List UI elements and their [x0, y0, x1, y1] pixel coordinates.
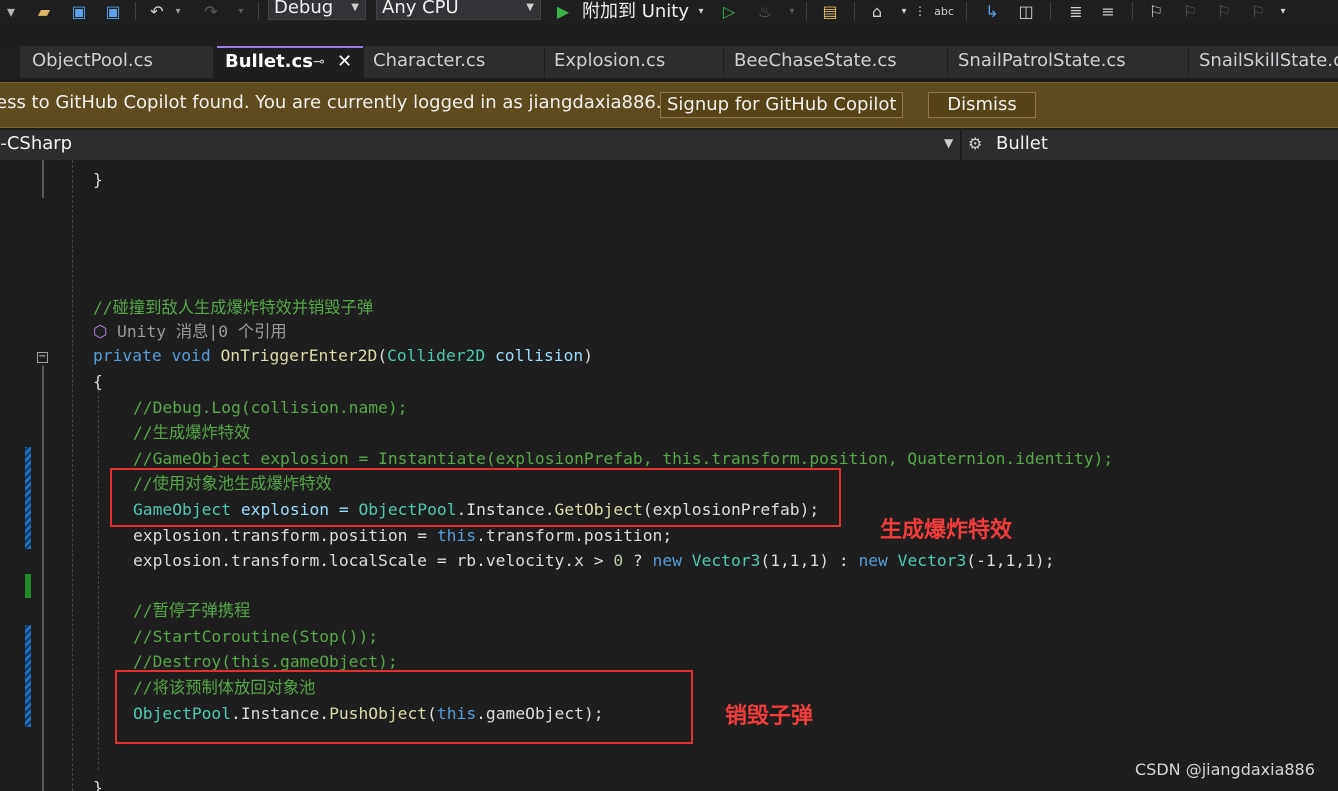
- open-folder-icon[interactable]: ▰: [33, 0, 55, 22]
- tab-explosion[interactable]: Explosion.cs: [545, 46, 723, 78]
- play-icon[interactable]: ▶: [552, 0, 574, 22]
- annotation-destroy: 销毁子弹: [725, 704, 814, 729]
- layout-dropdown-icon[interactable]: ▾: [898, 0, 910, 22]
- member-dropdown[interactable]: Bullet: [996, 133, 1048, 154]
- code-method-signature: private void OnTriggerEnter2D(Collider2D…: [93, 346, 593, 365]
- tab-label: SnailSkillState.cs: [1199, 50, 1338, 71]
- split-view-icon[interactable]: ◫: [1014, 0, 1038, 22]
- tab-label: Explosion.cs: [554, 50, 666, 71]
- tab-label: ObjectPool.cs: [32, 50, 153, 71]
- previous-bookmark-icon: ⚐: [1182, 1, 1198, 21]
- code-comment-instantiate: //GameObject explosion = Instantiate(exp…: [133, 449, 1114, 468]
- solution-platform-combo[interactable]: Any CPU ▼: [376, 0, 541, 20]
- chevron-down-icon: ▼: [351, 2, 359, 13]
- comment-lines-icon[interactable]: ≣: [1064, 0, 1088, 22]
- save-all-icon[interactable]: ▣: [102, 0, 124, 22]
- tab-snailpatrolstate[interactable]: SnailPatrolState.cs: [948, 46, 1188, 78]
- undo-dropdown-icon[interactable]: ▾: [172, 0, 184, 22]
- code-comment-debug: //Debug.Log(collision.name);: [133, 398, 408, 417]
- fold-collapse-icon[interactable]: −: [37, 352, 48, 363]
- uncomment-lines-icon[interactable]: ≡: [1096, 0, 1120, 22]
- solution-configuration-value: Debug: [274, 0, 334, 18]
- infobar-message: ess to GitHub Copilot found. You are cur…: [0, 92, 662, 113]
- more-options-icon[interactable]: ⋮: [914, 0, 926, 22]
- spell-check-icon[interactable]: abc: [932, 0, 956, 22]
- tab-label: SnailPatrolState.cs: [958, 50, 1126, 71]
- hot-reload-icon: ♨: [757, 1, 773, 21]
- next-bookmark-icon: ⚐: [1216, 1, 1232, 21]
- attach-dropdown-icon[interactable]: ▾: [695, 0, 707, 22]
- clear-bookmarks-icon: ⚐: [1250, 1, 1266, 21]
- highlight-box-generate: [110, 468, 841, 527]
- code-open-brace: {: [93, 372, 103, 391]
- tab-snailskillstate[interactable]: SnailSkillState.cs: [1189, 46, 1338, 78]
- toolbar: ▾ ▰ ▣ ▣ ↶ ▾ ↷ ▾ Debug ▼ Any CPU ▼ ▶ 附加到 …: [0, 0, 1338, 24]
- signup-copilot-button[interactable]: Signup for GitHub Copilot: [660, 92, 904, 118]
- attach-to-unity-button[interactable]: 附加到 Unity: [582, 0, 689, 23]
- annotation-generate: 生成爆炸特效: [880, 518, 1013, 543]
- new-item-icon[interactable]: ▾: [0, 0, 22, 22]
- code-line-position: explosion.transform.position = this.tran…: [133, 526, 673, 545]
- code-line-localscale: explosion.transform.localScale = rb.velo…: [133, 551, 1055, 570]
- solution-platform-value: Any CPU: [382, 0, 459, 18]
- tab-bullet[interactable]: Bullet.cs ⊸ ✕: [217, 46, 363, 78]
- copilot-infobar: ess to GitHub Copilot found. You are cur…: [0, 82, 1338, 128]
- code-editor[interactable]: − } //碰撞到敌人生成爆炸特效并销毁子弹 ⬡ Unity 消息|0 个引用 …: [0, 160, 1338, 791]
- navigation-bar: y-CSharp ▼ ⚙ Bullet: [0, 130, 1338, 160]
- find-in-files-icon[interactable]: ▤: [818, 0, 842, 22]
- layout-icon[interactable]: ⌂: [866, 0, 888, 22]
- pin-icon[interactable]: ⊸: [313, 48, 325, 76]
- solution-configuration-combo[interactable]: Debug ▼: [268, 0, 366, 20]
- chevron-down-icon[interactable]: ▼: [944, 136, 953, 150]
- tab-objectpool[interactable]: ObjectPool.cs: [20, 46, 213, 78]
- tab-beechasestate[interactable]: BeeChaseState.cs: [724, 46, 947, 78]
- code-comment-coroutine: //StartCoroutine(Stop());: [133, 627, 379, 646]
- undo-icon[interactable]: ↶: [146, 0, 168, 22]
- redo-dropdown-icon: ▾: [238, 5, 244, 17]
- tab-label: Character.cs: [373, 50, 486, 71]
- document-tabs: ObjectPool.cs Bullet.cs ⊸ ✕ Character.cs…: [0, 46, 1338, 78]
- redo-icon: ↷: [204, 1, 218, 21]
- close-icon[interactable]: ✕: [337, 48, 352, 76]
- project-dropdown[interactable]: y-CSharp: [0, 133, 72, 154]
- save-icon[interactable]: ▣: [68, 0, 90, 22]
- bookmark-icon[interactable]: ⚐: [1144, 0, 1168, 22]
- chevron-down-icon: ▼: [526, 2, 534, 13]
- tab-label: BeeChaseState.cs: [734, 50, 897, 71]
- watermark: CSDN @jiangdaxia886: [1135, 760, 1315, 779]
- highlight-box-destroy: [115, 670, 693, 744]
- codelens[interactable]: ⬡ Unity 消息|0 个引用: [93, 321, 287, 343]
- code-comment-header: //碰撞到敌人生成爆炸特效并销毁子弹: [93, 298, 374, 317]
- code-comment-generate: //生成爆炸特效: [133, 423, 251, 442]
- tab-character[interactable]: Character.cs: [364, 46, 544, 78]
- class-icon: ⚙: [968, 134, 983, 153]
- code-line-close-brace: }: [93, 170, 103, 189]
- code-comment-pause: //暂停子弹携程: [133, 601, 251, 620]
- code-line-final-brace: }: [93, 778, 103, 791]
- start-without-debug-icon[interactable]: ▷: [718, 0, 740, 22]
- unity-icon: ⬡: [93, 322, 108, 341]
- step-into-icon[interactable]: ↳: [980, 0, 1004, 22]
- toolbar-overflow-icon[interactable]: ▾: [1276, 0, 1290, 22]
- tab-label: Bullet.cs: [225, 51, 313, 72]
- dismiss-button[interactable]: Dismiss: [928, 92, 1036, 118]
- hot-reload-dropdown-icon: ▾: [789, 5, 795, 17]
